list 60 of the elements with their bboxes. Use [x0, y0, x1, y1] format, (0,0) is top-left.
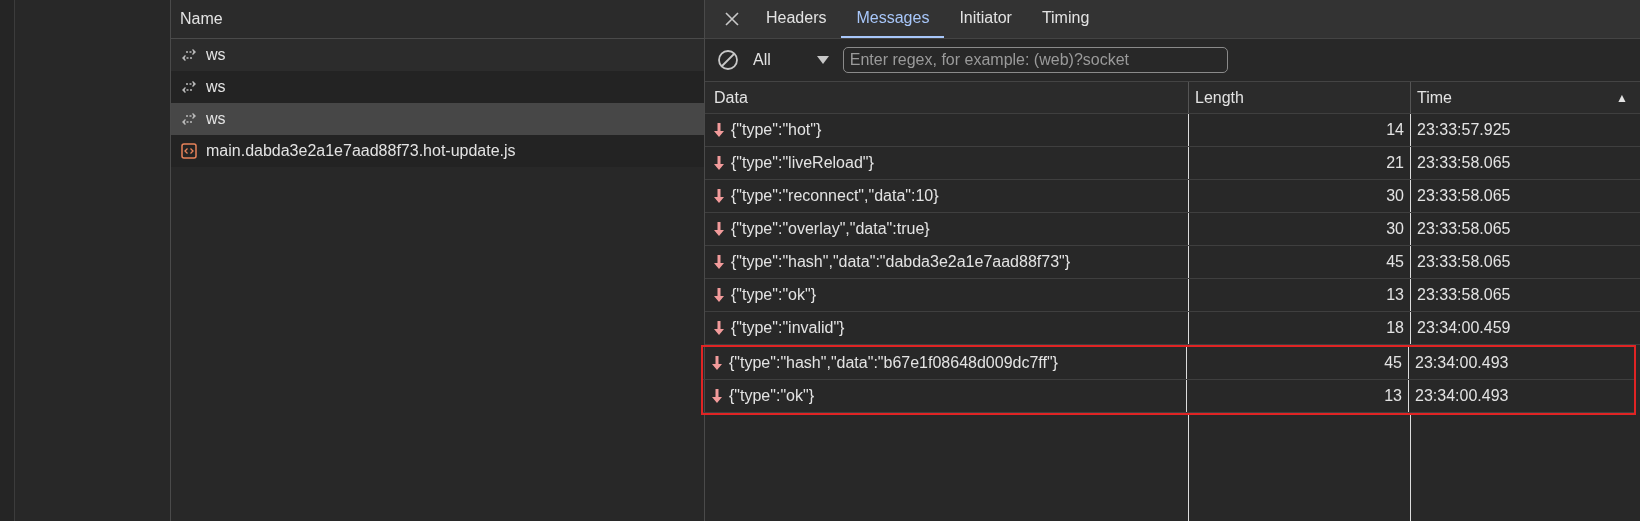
request-name: ws	[206, 46, 226, 64]
websocket-arrows-icon	[181, 112, 197, 126]
message-cell: {"type":"liveReload"}	[705, 147, 1189, 179]
length-cell: 18	[1189, 312, 1411, 344]
time-cell-text: 23:33:58.065	[1416, 285, 1512, 305]
length-cell: 45	[1189, 246, 1411, 278]
received-arrow-icon	[714, 156, 724, 170]
request-name: ws	[206, 78, 226, 96]
time-cell-text: 23:33:58.065	[1416, 252, 1512, 272]
time-cell-text: 23:33:58.065	[1416, 186, 1512, 206]
time-cell-text: 23:34:00.493	[1414, 353, 1510, 373]
websocket-arrows-icon	[181, 80, 197, 94]
request-name: main.dabda3e2a1e7aad88f73.hot-update.js	[206, 142, 516, 160]
message-cell: {"type":"ok"}	[703, 380, 1187, 412]
message-cell: {"type":"hot"}	[705, 114, 1189, 146]
request-name: ws	[206, 110, 226, 128]
filter-field[interactable]: Enter regex, for example: (web)?socket	[842, 47, 1228, 73]
length-cell: 45	[1187, 347, 1409, 379]
caret-icon	[816, 56, 829, 64]
request-row[interactable]: ws	[171, 71, 704, 103]
length-cell: 30	[1189, 213, 1411, 245]
received-arrow-icon	[714, 222, 724, 236]
tab[interactable]: Timing	[1026, 0, 1105, 38]
message-cell: {"type":"ok"}	[705, 279, 1189, 311]
tab[interactable]: Headers	[751, 0, 842, 38]
time-cell-text: 23:34:00.459	[1416, 318, 1512, 338]
close-icon[interactable]	[725, 12, 739, 26]
length-cell: 13	[1187, 380, 1409, 412]
clear-icon[interactable]	[717, 49, 739, 71]
received-arrow-icon	[714, 321, 724, 335]
column-header[interactable]: Time ▲	[1411, 82, 1640, 113]
message-type-dropdown[interactable]: All	[753, 51, 829, 69]
received-arrow-icon	[714, 123, 724, 137]
time-cell-text: 23:33:58.065	[1416, 219, 1512, 239]
received-arrow-icon	[714, 288, 724, 302]
received-arrow-icon	[714, 255, 724, 269]
request-row[interactable]: ws	[171, 103, 704, 135]
message-cell: {"type":"hash","data":"b67e1f08648d009dc7ff"}	[703, 347, 1187, 379]
time-cell-text: 23:33:57.925	[1416, 120, 1512, 140]
length-cell: 14	[1189, 114, 1411, 146]
column-header[interactable]: Length	[1189, 82, 1411, 113]
length-cell: 21	[1189, 147, 1411, 179]
time-cell-text: 23:34:00.493	[1414, 386, 1510, 406]
message-cell: {"type":"invalid"}	[705, 312, 1189, 344]
length-cell: 13	[1189, 279, 1411, 311]
received-arrow-icon	[714, 189, 724, 203]
received-arrow-icon	[712, 356, 722, 370]
time-cell-text: 23:33:58.065	[1416, 153, 1512, 173]
length-cell: 30	[1189, 180, 1411, 212]
request-row[interactable]: ws	[171, 39, 704, 71]
message-cell: {"type":"hash","data":"dabda3e2a1e7aad88f73"}	[705, 246, 1189, 278]
message-cell: {"type":"reconnect","data":10}	[705, 180, 1189, 212]
script-file-icon	[181, 143, 197, 159]
request-row[interactable]: main.dabda3e2a1e7aad88f73.hot-update.js	[171, 135, 704, 167]
column-header[interactable]: Data	[705, 82, 1189, 113]
received-arrow-icon	[712, 389, 722, 403]
websocket-arrows-icon	[181, 48, 197, 62]
tab[interactable]: Initiator	[944, 0, 1027, 38]
sort-indicator: ▲	[1616, 90, 1628, 105]
message-cell: {"type":"overlay","data":true}	[705, 213, 1189, 245]
